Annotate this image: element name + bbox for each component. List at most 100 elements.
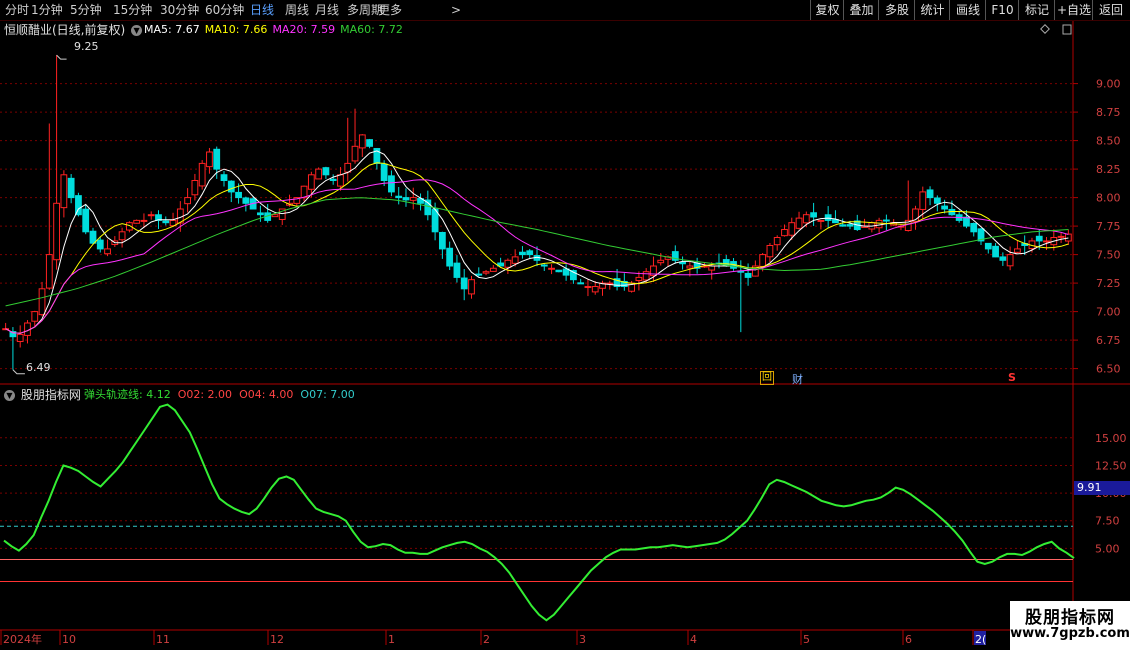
period-tab-4[interactable]: 30分钟 <box>160 2 199 18</box>
max-price-label: 9.25 <box>74 40 99 53</box>
xaxis-label: 2024年 <box>3 632 42 646</box>
chevron-down-icon[interactable]: ▼ <box>4 390 15 401</box>
toolbar-button-5[interactable]: F10 <box>985 0 1019 20</box>
fuquan-marker[interactable]: 回 <box>760 371 774 385</box>
candle-body <box>242 197 250 204</box>
s-marker[interactable]: S <box>1008 371 1016 384</box>
candle-body <box>315 168 323 180</box>
candle-body <box>118 231 126 241</box>
chevron-down-icon[interactable]: ▼ <box>131 25 143 36</box>
candle-body <box>1006 254 1014 267</box>
candle-body <box>206 151 213 168</box>
watermark: 股朋指标网 www.7gpzb.com <box>1010 601 1130 650</box>
candle-body <box>919 191 927 210</box>
candle-body <box>635 276 643 282</box>
candle-body <box>271 214 279 218</box>
indicator-line <box>3 403 1075 622</box>
candle-body <box>526 250 534 256</box>
indicator-legend-item-0: 弹头轨迹线: 4.12 <box>84 388 171 401</box>
candle-body <box>453 262 461 278</box>
xaxis-label: 3 <box>579 633 586 646</box>
candle-body <box>781 229 788 237</box>
candle-body <box>933 197 941 204</box>
period-tab-5[interactable]: 60分钟 <box>205 2 244 18</box>
candle-body <box>38 288 46 316</box>
xaxis-label: 4 <box>690 633 697 646</box>
window-icon <box>1062 24 1072 35</box>
watermark-title: 股朋指标网 <box>1025 608 1115 628</box>
candle-body <box>322 167 330 176</box>
price-tick-label: 7.00 <box>1096 306 1121 319</box>
candle-body <box>235 191 242 199</box>
candle-body <box>519 251 526 256</box>
candle-body <box>1035 235 1043 242</box>
price-tick-label: 8.00 <box>1096 192 1121 205</box>
candle-body <box>759 254 767 267</box>
indicator-legend-item-3: O07: 7.00 <box>300 388 355 401</box>
candle-body <box>548 267 555 270</box>
candle-body <box>642 271 650 281</box>
toolbar-button-0[interactable]: 复权 <box>810 0 844 20</box>
candle-body <box>446 247 454 267</box>
price-tick-label: 7.50 <box>1096 249 1121 262</box>
ma-legend-item-2: MA20: 7.59 <box>272 23 336 36</box>
indicator-legend: 弹头轨迹线: 4.12 O02: 2.00 O04: 4.00 O07: 7.00 <box>84 388 362 402</box>
toolbar-button-2[interactable]: 多股 <box>878 0 915 20</box>
price-tick-label: 7.25 <box>1096 277 1121 290</box>
period-tab-7[interactable]: 周线 <box>285 2 309 18</box>
period-tab-8[interactable]: 月线 <box>315 2 339 18</box>
chevron-right-icon[interactable]: > <box>451 2 461 18</box>
candle-body <box>162 220 170 224</box>
toolbar-button-8[interactable]: 返回 <box>1092 0 1129 20</box>
indicator-title[interactable]: ▼ 股朋指标网 <box>4 388 81 402</box>
price-tick-label: 6.75 <box>1096 334 1121 347</box>
ma-legend: MA5: 7.67 MA10: 7.66 MA20: 7.59 MA60: 7.72 <box>144 23 408 37</box>
ma-legend-item-3: MA60: 7.72 <box>340 23 403 36</box>
period-tab-2[interactable]: 5分钟 <box>70 2 102 18</box>
candle-body <box>460 277 468 290</box>
toolbar-button-7[interactable]: +自选 <box>1054 0 1093 20</box>
toolbar-button-6[interactable]: 标记 <box>1018 0 1055 20</box>
period-tab-6[interactable]: 日线 <box>250 2 274 18</box>
candle-body <box>489 267 497 272</box>
price-tick-label: 8.75 <box>1096 106 1121 119</box>
candle-body <box>846 224 854 227</box>
candle-body <box>744 272 752 278</box>
candle-body <box>584 286 592 289</box>
period-tab-3[interactable]: 15分钟 <box>113 2 152 18</box>
finance-marker[interactable]: 财 <box>792 371 803 387</box>
candle-body <box>1043 240 1050 243</box>
xaxis-label: 6 <box>905 633 912 646</box>
candle-body <box>82 208 90 233</box>
period-tab-0[interactable]: 分时 <box>5 2 29 18</box>
toolbar-button-1[interactable]: 叠加 <box>843 0 879 20</box>
candle-body <box>438 231 446 250</box>
toolbar-button-4[interactable]: 画线 <box>949 0 986 20</box>
indicator-legend-item-2: O04: 4.00 <box>239 388 294 401</box>
indicator-tick-label: 12.50 <box>1095 459 1127 472</box>
candle-body <box>67 177 75 199</box>
toolbar-button-3[interactable]: 统计 <box>914 0 950 20</box>
candle-body <box>89 230 97 244</box>
stock-title[interactable]: 恒顺醋业(日线,前复权) ▼ <box>4 23 143 37</box>
xaxis-label: 5 <box>803 633 810 646</box>
candle-body <box>708 265 716 271</box>
min-price-pointer <box>12 369 25 375</box>
candle-body <box>184 197 192 205</box>
candle-body <box>468 279 475 295</box>
ma-legend-item-1: MA10: 7.66 <box>204 23 268 36</box>
candle-body <box>802 214 810 224</box>
candle-body <box>540 264 548 267</box>
xaxis-label: 2( <box>975 633 986 646</box>
period-tab-1[interactable]: 1分钟 <box>31 2 63 18</box>
candle-body <box>409 197 417 201</box>
ma-legend-item-0: MA5: 7.67 <box>144 23 200 36</box>
toolbar: 分时 1分钟 5分钟 15分钟 30分钟 60分钟 日线 周线 月线 多周期 更多 > 复权 叠加 多股 统计… <box>0 0 1130 21</box>
candle-body <box>926 189 934 199</box>
kline-chart[interactable]: 6.50 6.75 7.00 7.25 7.50 7.75 8.00 8.25 8.50 8.75… <box>0 0 1130 650</box>
period-tab-10[interactable]: 更多 <box>378 2 402 18</box>
candle-body <box>366 139 373 147</box>
candle-body <box>307 174 315 190</box>
candle-body <box>147 214 155 217</box>
candle-body <box>1064 233 1072 242</box>
